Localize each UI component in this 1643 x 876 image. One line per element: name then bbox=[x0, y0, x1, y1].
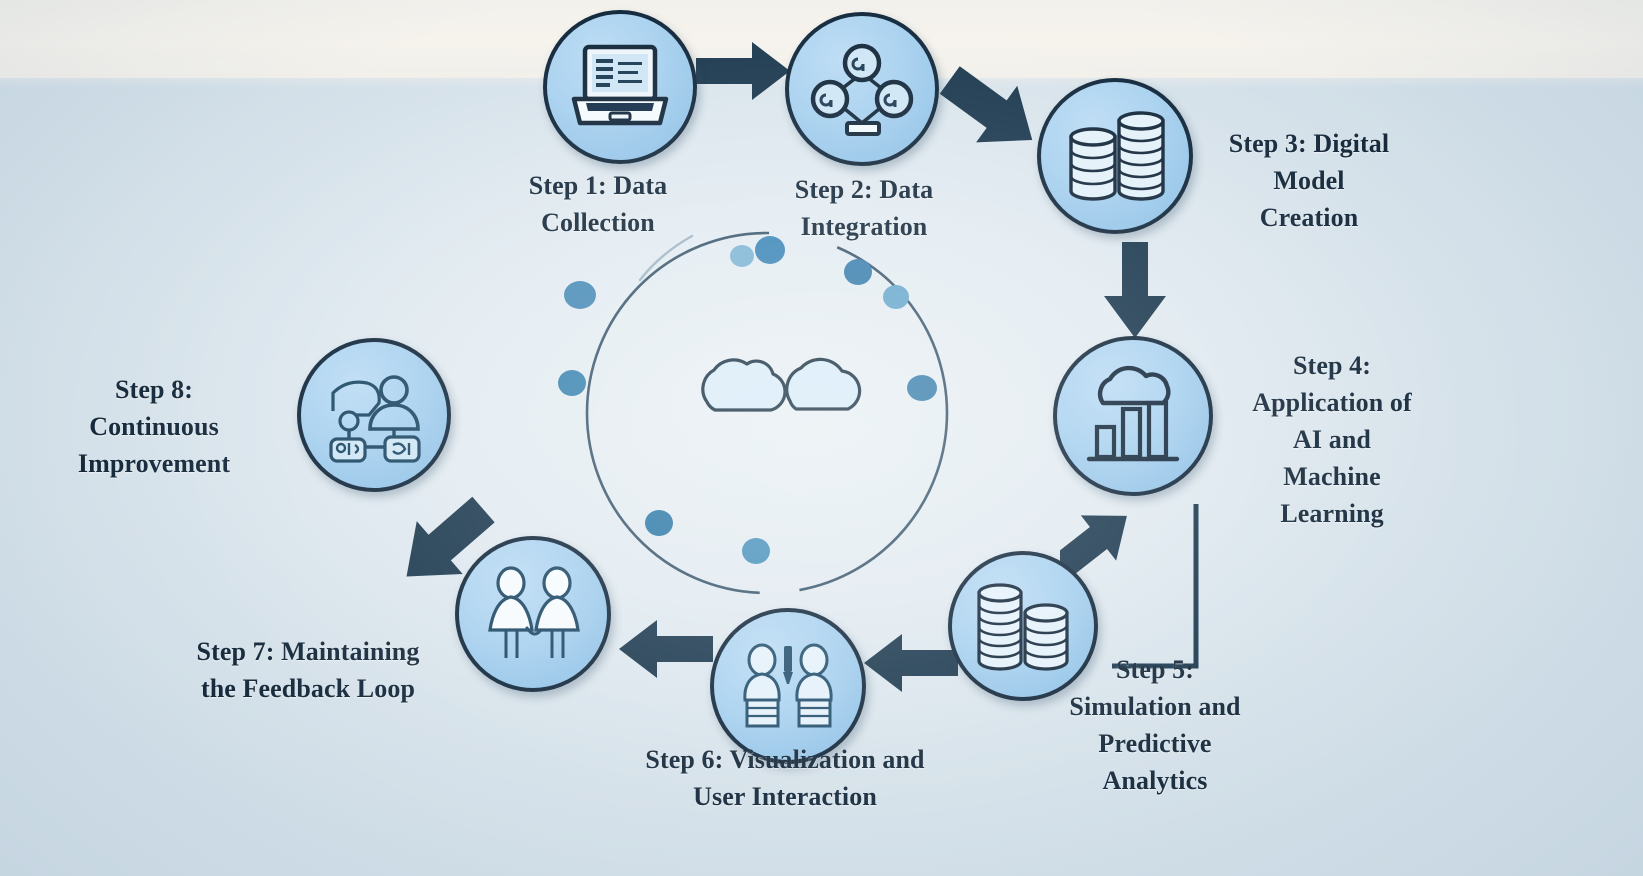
laptop-icon bbox=[571, 44, 669, 126]
step-6-node[interactable] bbox=[710, 608, 866, 764]
diagram-canvas: Step 1: Data Collection Step 2: Data Int… bbox=[0, 0, 1643, 876]
two-people-screen-icon bbox=[743, 643, 833, 728]
step-1-node[interactable] bbox=[543, 10, 697, 164]
network-nodes-icon bbox=[810, 43, 914, 136]
cloud-left-icon bbox=[701, 358, 787, 412]
database-stack-icon bbox=[1069, 111, 1165, 201]
step-2-node[interactable] bbox=[785, 12, 939, 166]
arrow-step1-to-step2 bbox=[694, 38, 792, 104]
step-6-label: Step 6: Visualization and User Interacti… bbox=[645, 745, 925, 811]
step-8-node[interactable] bbox=[297, 338, 451, 492]
cloud-bar-chart-icon bbox=[1086, 365, 1180, 462]
step-3-node[interactable] bbox=[1037, 78, 1193, 234]
step-7-label: Step 7: Maintaining the Feedback Loop bbox=[196, 637, 420, 703]
cloud-right-icon bbox=[785, 357, 862, 411]
step-3-label: Step 3: Digital Model Creation bbox=[1228, 129, 1390, 232]
two-people-holding-hands-icon bbox=[488, 566, 580, 658]
arrow-step5-to-step6 bbox=[862, 630, 960, 696]
arrow-step6-to-step7 bbox=[617, 616, 715, 682]
step-7-node[interactable] bbox=[455, 536, 611, 692]
step-8-label: Step 8: Continuous Improvement bbox=[77, 375, 231, 478]
user-network-icon bbox=[329, 375, 421, 463]
step-4-node[interactable] bbox=[1053, 336, 1213, 496]
arrow-step2-to-step3 bbox=[936, 62, 1046, 158]
step-5-label: Step 5: Simulation and Predictive Analyt… bbox=[1069, 655, 1241, 795]
step-1-label: Step 1: Data Collection bbox=[528, 171, 668, 237]
step-2-label: Step 2: Data Integration bbox=[794, 175, 934, 241]
step-4-label: Step 4: Application of AI and Machine Le… bbox=[1252, 351, 1412, 528]
arrow-step3-to-step4 bbox=[1100, 240, 1170, 340]
